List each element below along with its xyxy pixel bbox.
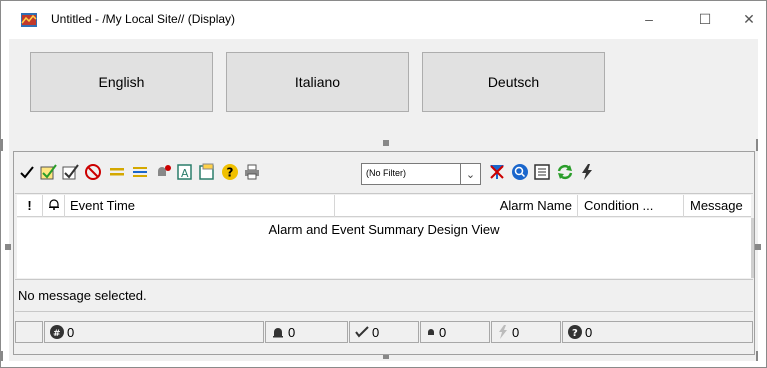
filter-list-icon[interactable] [131,163,149,181]
status-unack-count: 0 [439,324,447,340]
ack-selected-icon[interactable] [40,163,58,181]
status-alarms: 0 [265,321,348,343]
help-icon[interactable]: ? [221,163,239,181]
italiano-button[interactable]: Italiano [226,52,409,112]
no-entry-icon[interactable] [84,163,102,181]
english-button[interactable]: English [30,52,213,112]
window-title: Untitled - /My Local Site// (Display) [51,12,236,26]
ack-all-icon[interactable] [62,163,80,181]
add-to-list-icon[interactable]: A [176,163,194,181]
resize-handle-left[interactable] [5,244,11,250]
status-total: # 0 [44,321,264,343]
filter-select[interactable]: (No Filter) [361,163,461,185]
status-acknowledged: 0 [349,321,419,343]
status-alarms-count: 0 [288,324,296,340]
message-text: No message selected. [18,288,147,303]
filter-dropdown-arrow[interactable]: ⌄ [461,163,481,185]
ack-lightning-icon [355,325,369,339]
selection-edge [1,139,3,151]
small-bell-icon [426,327,436,337]
status-unknown: ? 0 [562,321,753,343]
resize-handle-top[interactable] [383,140,389,146]
column-event-time[interactable]: Event Time [65,195,335,217]
minimize-button[interactable]: – [627,5,671,33]
resize-handle-right[interactable] [755,244,761,250]
selection-edge [756,139,758,151]
properties-icon[interactable] [198,163,216,181]
column-priority[interactable]: ! [17,195,43,217]
bell-icon [48,198,60,213]
column-condition[interactable]: Condition ... [578,195,684,217]
selection-edge [756,351,758,361]
grid-header: ! Event Time Alarm Name Condition ... Me… [17,195,751,217]
close-button[interactable]: ✕ [732,5,766,33]
clear-filter-icon[interactable] [488,163,506,181]
status-total-count: 0 [67,324,75,340]
column-message[interactable]: Message [684,195,751,217]
display-canvas: English Italiano Deutsch A ? (No Filter)… [1,39,761,361]
title-bar: Untitled - /My Local Site// (Display) – … [1,1,766,39]
status-events: 0 [491,321,561,343]
acknowledge-icon[interactable] [18,163,36,181]
column-alarm-name[interactable]: Alarm Name [335,195,578,217]
deutsch-button[interactable]: Deutsch [422,52,605,112]
svg-text:#: # [53,329,61,339]
status-bar: # 0 0 0 0 0 ? 0 [15,313,753,351]
print-icon[interactable] [243,163,261,181]
svg-text:?: ? [572,328,578,339]
grid-scrollbar[interactable] [751,218,754,278]
svg-text:?: ? [227,166,234,180]
grid-body[interactable]: Alarm and Event Summary Design View [17,218,751,278]
bell-icon [271,325,285,339]
message-bar: No message selected. [15,279,753,312]
svg-text:A: A [181,167,189,180]
chevron-down-icon: ⌄ [465,168,476,181]
alarm-bell-icon[interactable] [154,163,172,181]
refresh-icon[interactable] [556,163,574,181]
alarm-toolbar: A ? (No Filter) ⌄ [15,153,753,194]
display-window: Untitled - /My Local Site// (Display) – … [0,0,767,368]
column-bell[interactable] [43,195,65,217]
display-app-icon [21,13,37,27]
design-view-label: Alarm and Event Summary Design View [268,222,500,237]
lightning-icon [497,325,509,339]
filter-equal-icon[interactable] [108,163,126,181]
search-icon[interactable] [511,163,529,181]
alarm-summary-control[interactable]: A ? (No Filter) ⌄ ! Event Time Alarm Nam… [13,151,755,355]
status-unack: 0 [420,321,490,343]
hash-icon: # [50,325,64,339]
maximize-button[interactable]: ☐ [683,5,727,33]
status-cell-blank [15,321,43,343]
status-events-count: 0 [512,324,520,340]
status-unknown-count: 0 [585,324,593,340]
lightning-icon[interactable] [578,163,596,181]
question-icon: ? [568,325,582,339]
status-ack-count: 0 [372,324,380,340]
selection-edge [1,351,3,361]
details-icon[interactable] [533,163,551,181]
